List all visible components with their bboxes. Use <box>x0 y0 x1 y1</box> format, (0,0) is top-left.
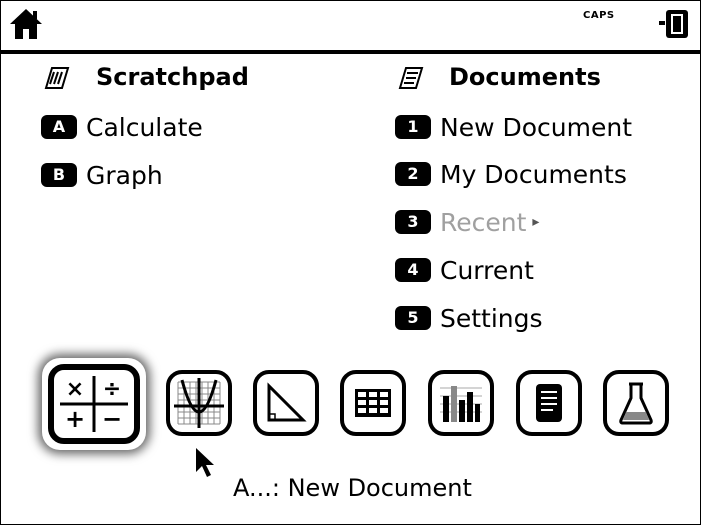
menu-item-label: Recent <box>440 207 527 237</box>
svg-text:×: × <box>66 377 84 402</box>
scratchpad-title: Scratchpad <box>96 63 249 91</box>
notes-app-button[interactable] <box>516 370 582 436</box>
menu-item-my-documents[interactable]: 2 My Documents <box>395 157 627 191</box>
key-badge: A <box>41 115 77 139</box>
table-icon <box>355 389 391 417</box>
key-badge: 5 <box>395 306 431 330</box>
menu-item-graph[interactable]: B Graph <box>41 158 163 192</box>
key-badge: 1 <box>395 115 431 139</box>
menu-item-label: New Document <box>440 112 632 142</box>
geometry-icon <box>267 382 307 422</box>
menu-item-new-document[interactable]: 1 New Document <box>395 110 632 144</box>
menu-item-label: Current <box>440 255 534 285</box>
calculator-app-button[interactable]: × ÷ + − <box>48 364 140 444</box>
menu-item-calculate[interactable]: A Calculate <box>41 110 203 144</box>
lab-flask-icon <box>619 382 653 425</box>
menu-item-current[interactable]: 4 Current <box>395 253 534 287</box>
key-badge: 4 <box>395 258 431 282</box>
menu-item-label: Settings <box>440 303 543 333</box>
graph-app-button[interactable] <box>166 370 232 436</box>
svg-text:+: + <box>65 405 85 433</box>
lab-app-button[interactable] <box>603 370 669 436</box>
key-badge: 2 <box>395 162 431 186</box>
key-badge: 3 <box>395 210 431 234</box>
calculator-icon: × ÷ + − <box>60 376 128 433</box>
menu-item-label: My Documents <box>440 159 627 189</box>
caps-indicator: CAPS <box>583 10 615 21</box>
svg-text:÷: ÷ <box>103 377 121 402</box>
menu-item-recent: 3 Recent ▸ <box>395 205 539 239</box>
scratchpad-icon <box>44 67 70 89</box>
home-icon[interactable] <box>8 6 44 42</box>
battery-icon <box>659 10 688 38</box>
data-stats-icon <box>440 386 482 422</box>
svg-text:−: − <box>102 405 122 433</box>
graph-icon <box>174 378 224 428</box>
status-bar-divider <box>0 50 701 54</box>
key-badge: B <box>41 163 77 187</box>
table-app-button[interactable] <box>340 370 406 436</box>
status-bar: CAPS <box>0 0 701 50</box>
submenu-arrow-icon: ▸ <box>532 214 540 230</box>
data-stats-app-button[interactable] <box>428 370 494 436</box>
geometry-app-button[interactable] <box>253 370 319 436</box>
menu-item-settings[interactable]: 5 Settings <box>395 301 543 335</box>
tooltip-text: A...: New Document <box>233 474 472 502</box>
documents-icon <box>398 67 424 89</box>
menu-item-label: Graph <box>86 160 163 190</box>
menu-item-label: Calculate <box>86 112 203 142</box>
documents-title: Documents <box>449 63 601 91</box>
mouse-pointer-icon <box>196 448 214 477</box>
notes-icon <box>536 384 562 422</box>
